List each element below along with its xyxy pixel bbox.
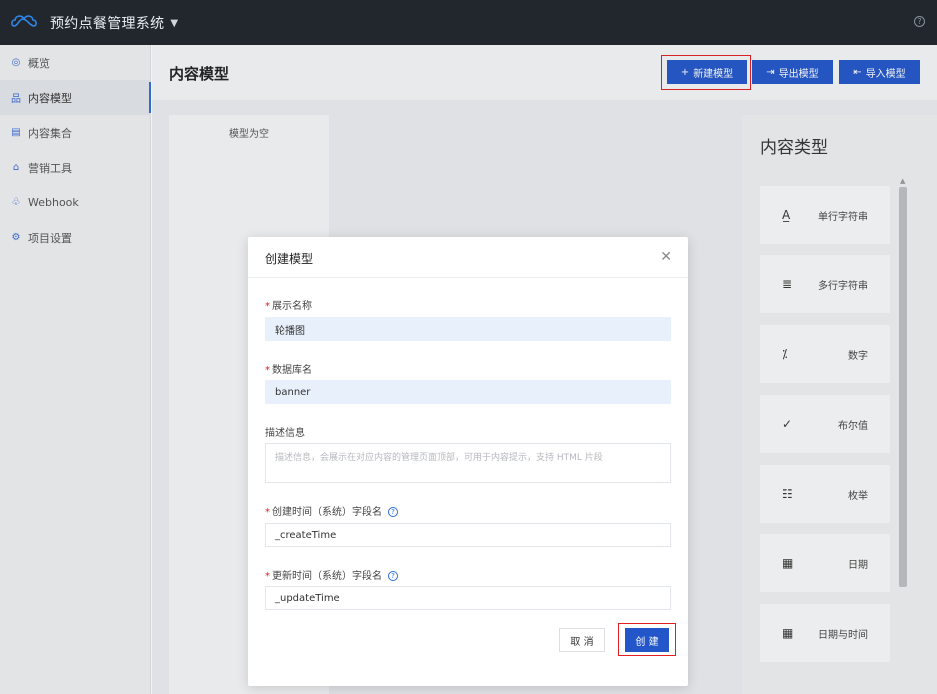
create-time-value: _createTime [275, 529, 337, 541]
db-name-label: * 数据库名 [265, 361, 312, 376]
description-placeholder: 描述信息，会展示在对应内容的管理页面顶部，可用于内容提示，支持 HTML 片段 [275, 453, 603, 463]
description-textarea[interactable]: 描述信息，会展示在对应内容的管理页面顶部，可用于内容提示，支持 HTML 片段 [265, 443, 671, 483]
db-name-value: banner [275, 386, 311, 398]
db-name-label-text: 数据库名 [272, 365, 312, 376]
update-time-value: _updateTime [275, 592, 340, 604]
display-name-input[interactable]: 轮播图 [265, 317, 671, 341]
create-model-dialog: 创建模型 ✕ * 展示名称 轮播图 * 数据库名 banner 描述信息 描述信息，… [248, 237, 688, 686]
required-mark: * [265, 507, 270, 518]
question-icon[interactable]: ? [388, 507, 398, 517]
app-title: 预约点餐管理系统 [50, 16, 165, 32]
create-time-input[interactable]: _createTime [265, 523, 671, 547]
dialog-title: 创建模型 [265, 252, 314, 266]
update-time-input[interactable]: _updateTime [265, 586, 671, 610]
update-time-label-text: 更新时间（系统）字段名 [272, 571, 382, 582]
dialog-divider [248, 277, 688, 278]
create-time-label-text: 创建时间（系统）字段名 [272, 507, 382, 518]
caret-down-icon: ▼ [170, 17, 179, 29]
highlight-box [618, 623, 676, 656]
required-mark: * [265, 365, 270, 376]
display-name-value: 轮播图 [275, 325, 305, 337]
help-icon[interactable]: ? [914, 16, 925, 27]
display-name-label: * 展示名称 [265, 297, 312, 312]
close-icon[interactable]: ✕ [660, 249, 672, 265]
cloud-logo-icon[interactable] [10, 11, 38, 33]
display-name-label-text: 展示名称 [272, 301, 312, 312]
question-icon[interactable]: ? [388, 571, 398, 581]
db-name-input[interactable]: banner [265, 380, 671, 404]
description-label: 描述信息 [265, 424, 305, 439]
update-time-label: * 更新时间（系统）字段名? [265, 567, 398, 582]
create-time-label: * 创建时间（系统）字段名? [265, 503, 398, 518]
top-bar: 预约点餐管理系统 ▼ ? [0, 0, 937, 45]
required-mark: * [265, 571, 270, 582]
required-mark: * [265, 301, 270, 312]
cancel-button[interactable]: 取 消 [559, 628, 605, 652]
description-label-text: 描述信息 [265, 428, 305, 439]
app-title-dropdown[interactable]: 预约点餐管理系统 ▼ [50, 13, 178, 33]
